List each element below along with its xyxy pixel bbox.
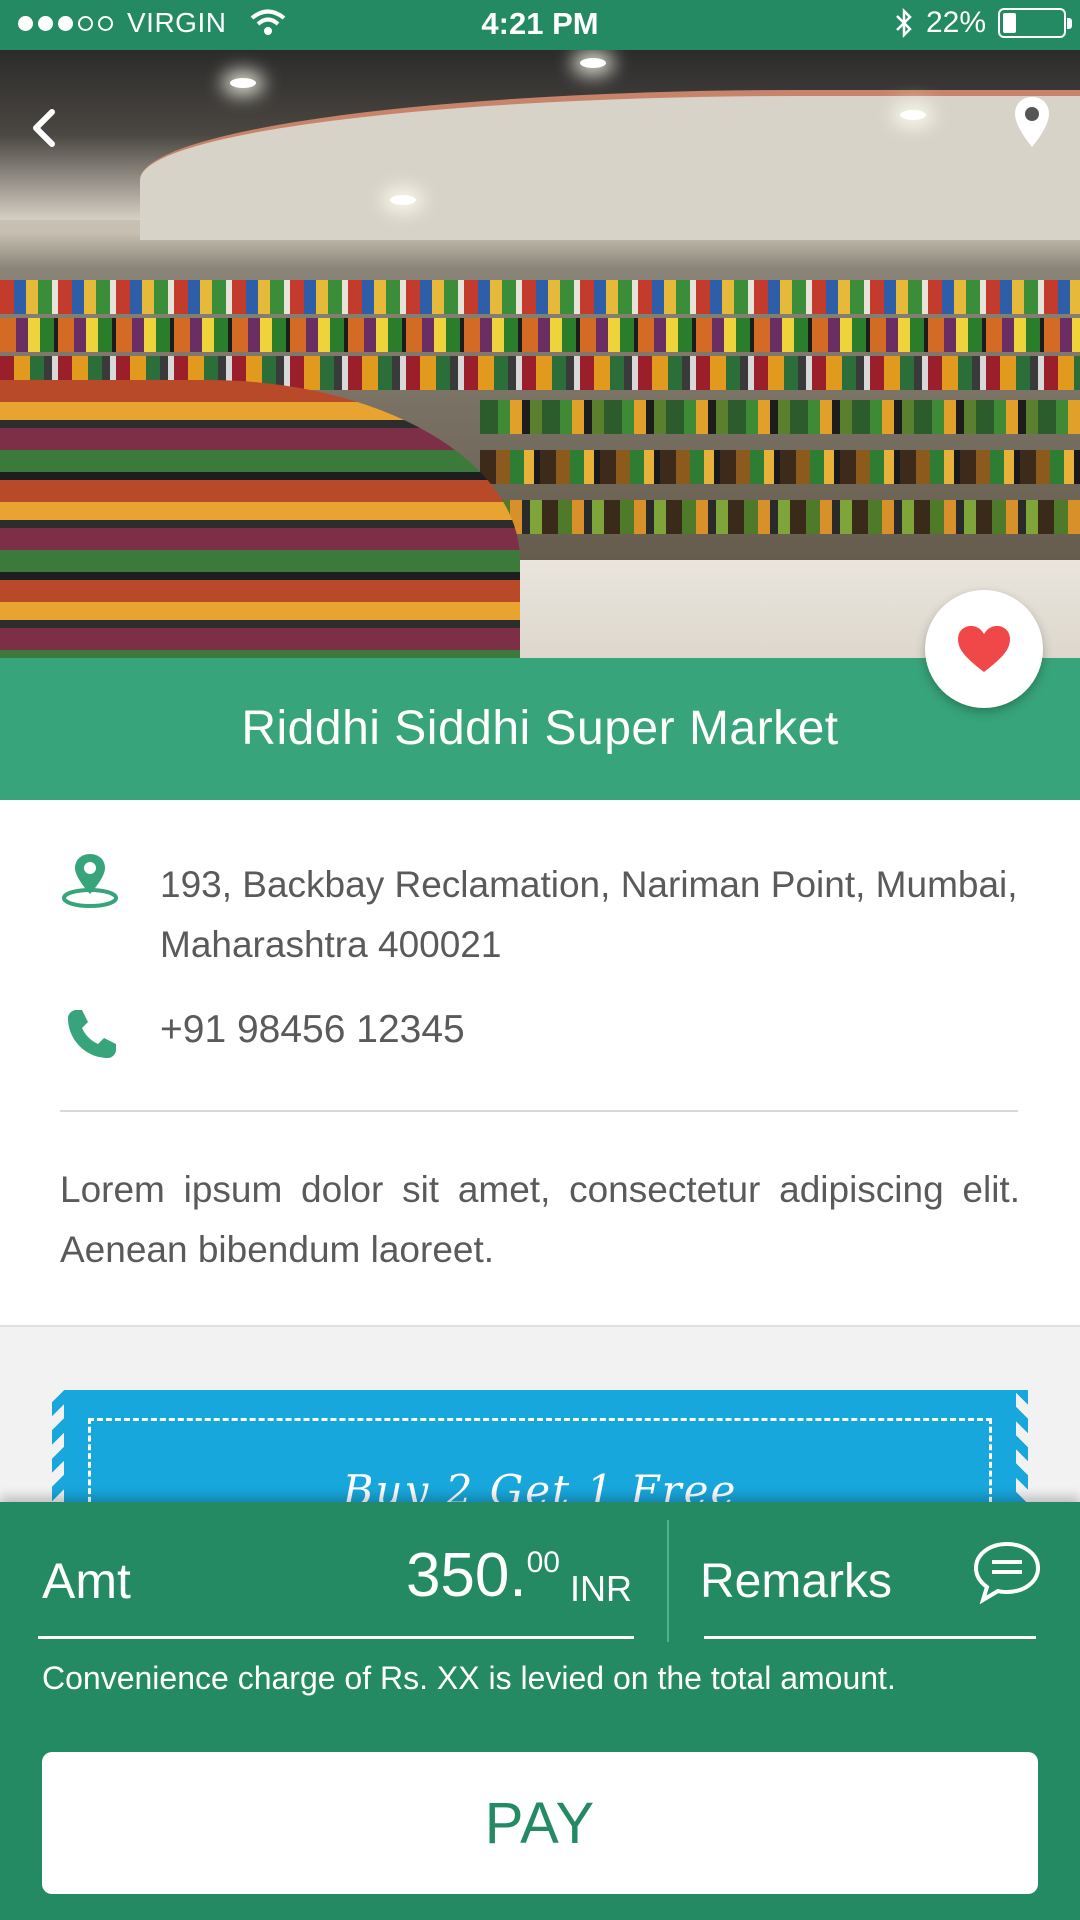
store-phone[interactable]: +91 98456 12345 xyxy=(160,1008,465,1052)
store-hero-image xyxy=(0,50,1080,658)
amount-decimal: 00 xyxy=(526,1546,560,1579)
phone-icon[interactable] xyxy=(66,1008,118,1060)
back-icon[interactable] xyxy=(22,98,66,158)
amount-underline xyxy=(38,1636,634,1639)
hero-shelf xyxy=(480,500,1080,534)
status-bar: VIRGIN 4:21 PM 22% xyxy=(0,0,1080,50)
hero-light xyxy=(580,58,606,68)
hero-shelf xyxy=(480,400,1080,434)
hero-shelf xyxy=(0,318,1080,352)
offer-coupon[interactable]: Buy 2 Get 1 Free xyxy=(50,1390,1030,1538)
amount-field[interactable]: 350. 00 INR xyxy=(406,1540,632,1611)
remarks-field[interactable]: Remarks xyxy=(700,1554,892,1609)
info-divider xyxy=(60,1110,1018,1112)
hero-light xyxy=(390,195,416,205)
remarks-underline xyxy=(704,1636,1036,1639)
store-description: Lorem ipsum dolor sit amet, consectetur … xyxy=(60,1169,1020,1270)
hero-shelf xyxy=(0,280,1080,314)
panel-separator xyxy=(667,1520,669,1642)
bluetooth-icon xyxy=(896,7,912,39)
amount-label: Amt xyxy=(42,1553,131,1609)
heart-icon xyxy=(958,626,1010,672)
battery-icon xyxy=(998,8,1072,38)
amount-currency: INR xyxy=(570,1568,632,1609)
status-right: 22% xyxy=(894,6,1072,40)
pay-button[interactable]: PAY xyxy=(42,1752,1038,1894)
store-info: 193, Backbay Reclamation, Nariman Point,… xyxy=(0,800,1080,1325)
hero-shelf xyxy=(480,450,1080,484)
favorite-button[interactable] xyxy=(925,590,1043,708)
amount-whole: 350. xyxy=(405,1541,527,1610)
hero-light xyxy=(900,110,926,120)
battery-percent: 22% xyxy=(925,6,986,39)
hero-light xyxy=(230,78,256,88)
payment-panel: Amt 350. 00 INR Remarks Convenience char… xyxy=(0,1502,1080,1920)
hero-gondola xyxy=(0,380,520,658)
chat-icon[interactable] xyxy=(972,1540,1042,1604)
location-icon xyxy=(62,854,118,908)
map-pin-icon[interactable] xyxy=(1012,95,1052,153)
store-title-band: Riddhi Siddhi Super Market xyxy=(0,658,1080,800)
store-name: Riddhi Siddhi Super Market xyxy=(241,702,839,755)
battery-level xyxy=(1003,13,1016,33)
store-address: 193, Backbay Reclamation, Nariman Point,… xyxy=(160,864,1018,965)
convenience-charge-note: Convenience charge of Rs. XX is levied o… xyxy=(42,1660,896,1696)
